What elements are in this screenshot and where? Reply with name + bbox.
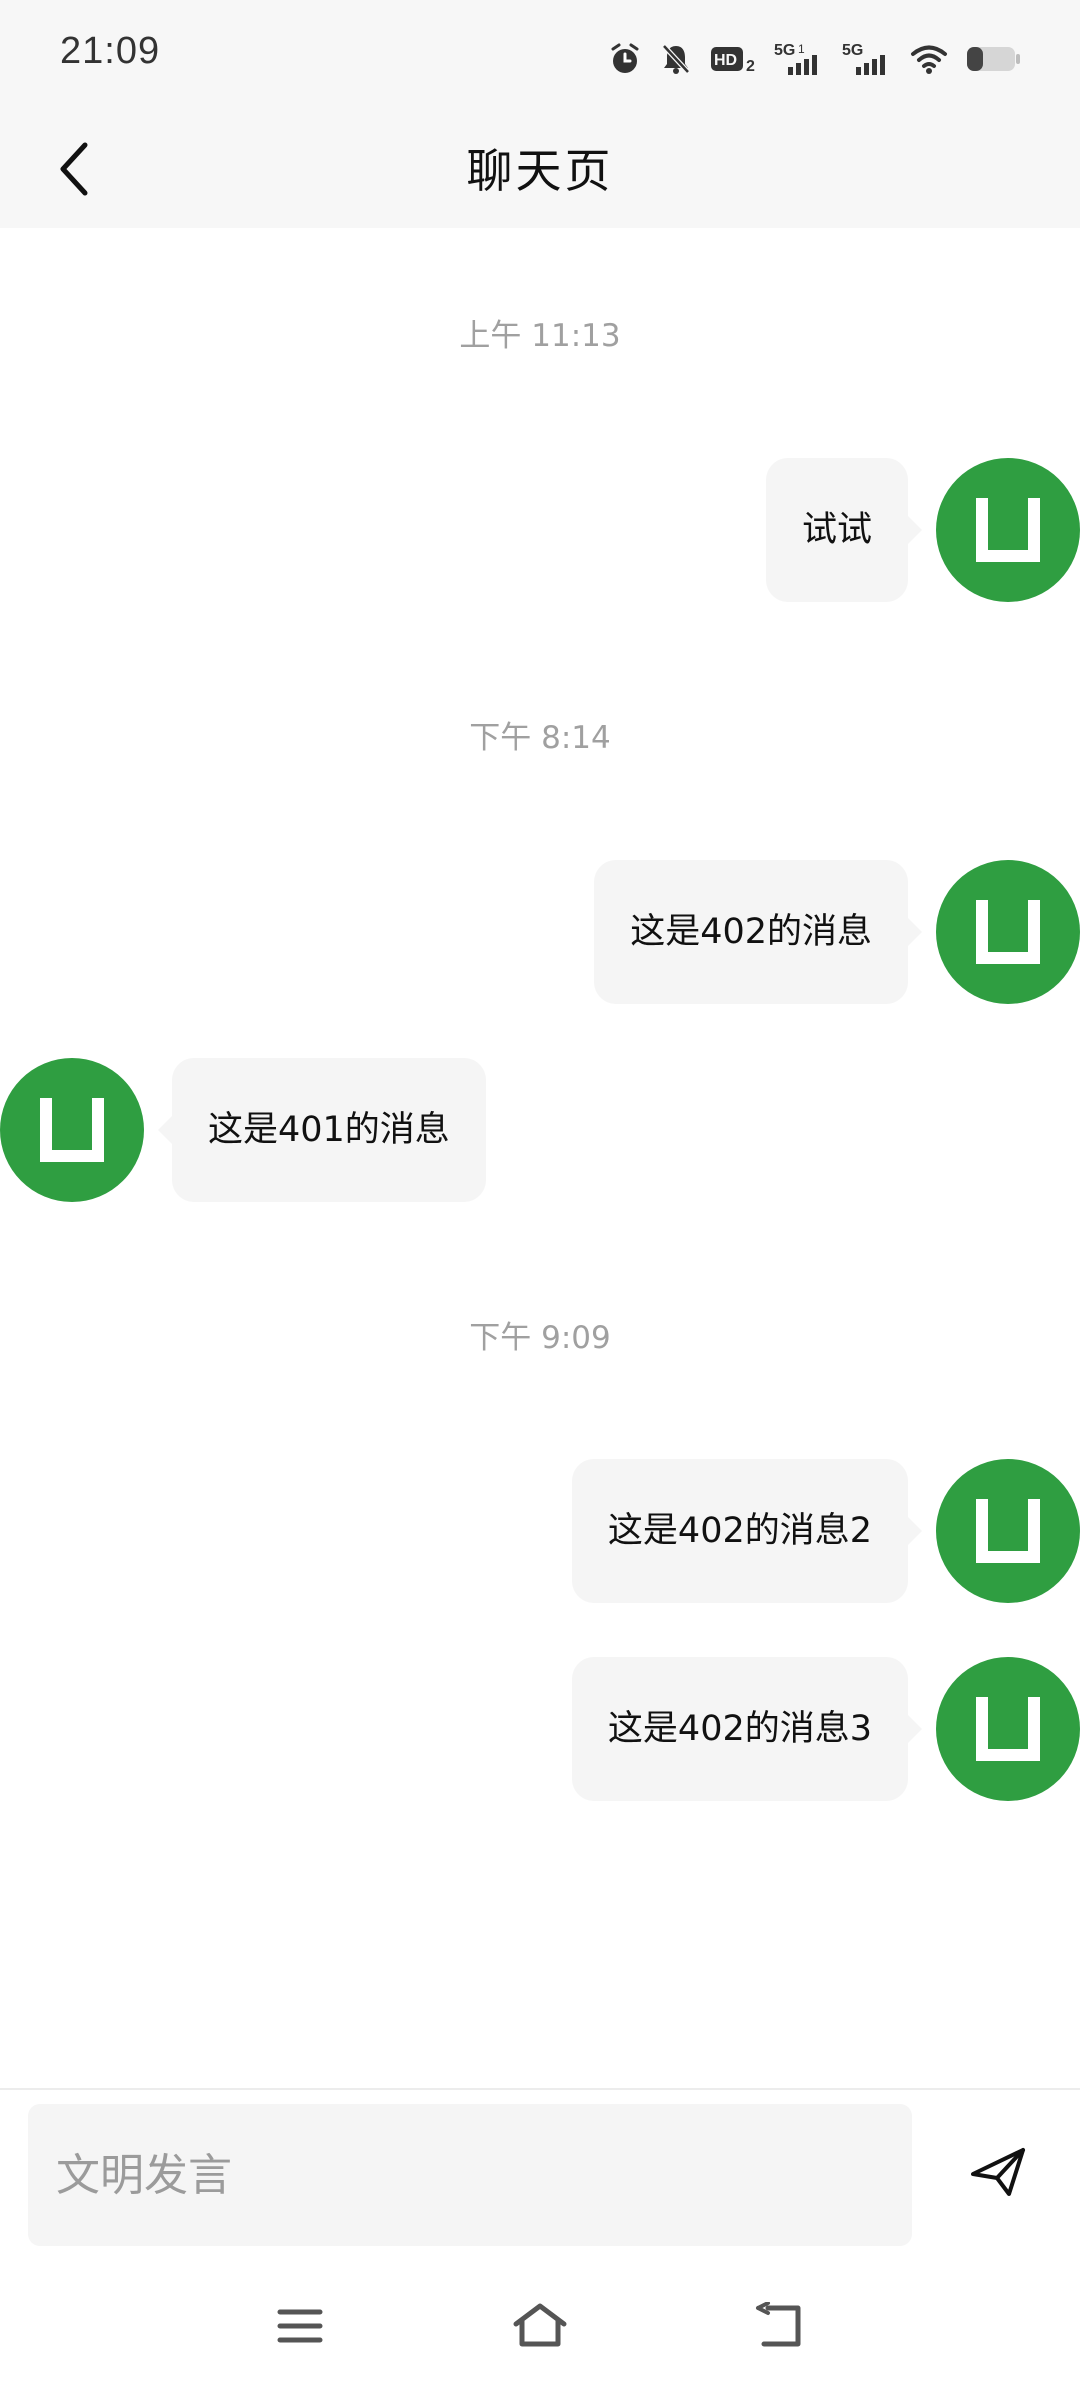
network-sup-1: 1	[798, 42, 805, 56]
page-title: 聊天页	[466, 144, 614, 198]
send-button[interactable]	[950, 2126, 1046, 2222]
message-bubble-outgoing[interactable]: 这是402的消息3	[571, 1657, 923, 1801]
avatar[interactable]	[936, 860, 1080, 1004]
message-timestamp: 下午 9:09	[469, 1320, 611, 1356]
status-icons: HD 2 5G 1 5G	[608, 36, 1022, 82]
network-label-1: 5G	[774, 42, 795, 59]
message-input-bar	[0, 2088, 1080, 2268]
status-bar: 21:09 HD 2 5G 1 5G	[0, 0, 1080, 114]
home-icon	[510, 2302, 570, 2354]
menu-icon	[276, 2306, 324, 2350]
avatar[interactable]	[0, 1058, 144, 1202]
message-timestamp: 上午 11:13	[459, 318, 621, 354]
back-nav-button[interactable]	[740, 2288, 820, 2368]
home-button[interactable]	[500, 2288, 580, 2368]
hd-sub-label: 2	[746, 58, 755, 75]
chat-area[interactable]: 上午 11:13 试试 下午 8:14 这是402的消息 这是401的消息 下午…	[0, 228, 1080, 2088]
back-icon	[754, 2301, 806, 2354]
network-label-2: 5G	[842, 42, 863, 59]
message-bubble-outgoing[interactable]: 试试	[765, 458, 923, 602]
message-timestamp: 下午 8:14	[469, 720, 611, 756]
app-header: 聊天页	[0, 114, 1080, 228]
avatar[interactable]	[936, 458, 1080, 602]
hd-label: HD	[714, 52, 737, 69]
mute-bell-icon	[660, 42, 692, 76]
status-time: 21:09	[60, 30, 161, 72]
message-bubble-incoming[interactable]: 这是401的消息	[158, 1058, 486, 1202]
message-bubble-outgoing[interactable]: 这是402的消息2	[571, 1459, 923, 1603]
wifi-icon	[910, 43, 948, 75]
recent-apps-button[interactable]	[260, 2288, 340, 2368]
system-nav-bar	[0, 2268, 1080, 2388]
send-icon	[967, 2144, 1029, 2204]
signal-5g-icon: 5G	[842, 41, 892, 77]
message-input[interactable]	[28, 2104, 912, 2246]
hd-icon: HD 2	[710, 42, 756, 76]
avatar[interactable]	[936, 1459, 1080, 1603]
message-bubble-outgoing[interactable]: 这是402的消息	[594, 860, 922, 1004]
avatar[interactable]	[936, 1657, 1080, 1801]
battery-icon	[966, 44, 1022, 74]
signal-5g-icon: 5G 1	[774, 41, 824, 77]
alarm-icon	[608, 42, 642, 76]
